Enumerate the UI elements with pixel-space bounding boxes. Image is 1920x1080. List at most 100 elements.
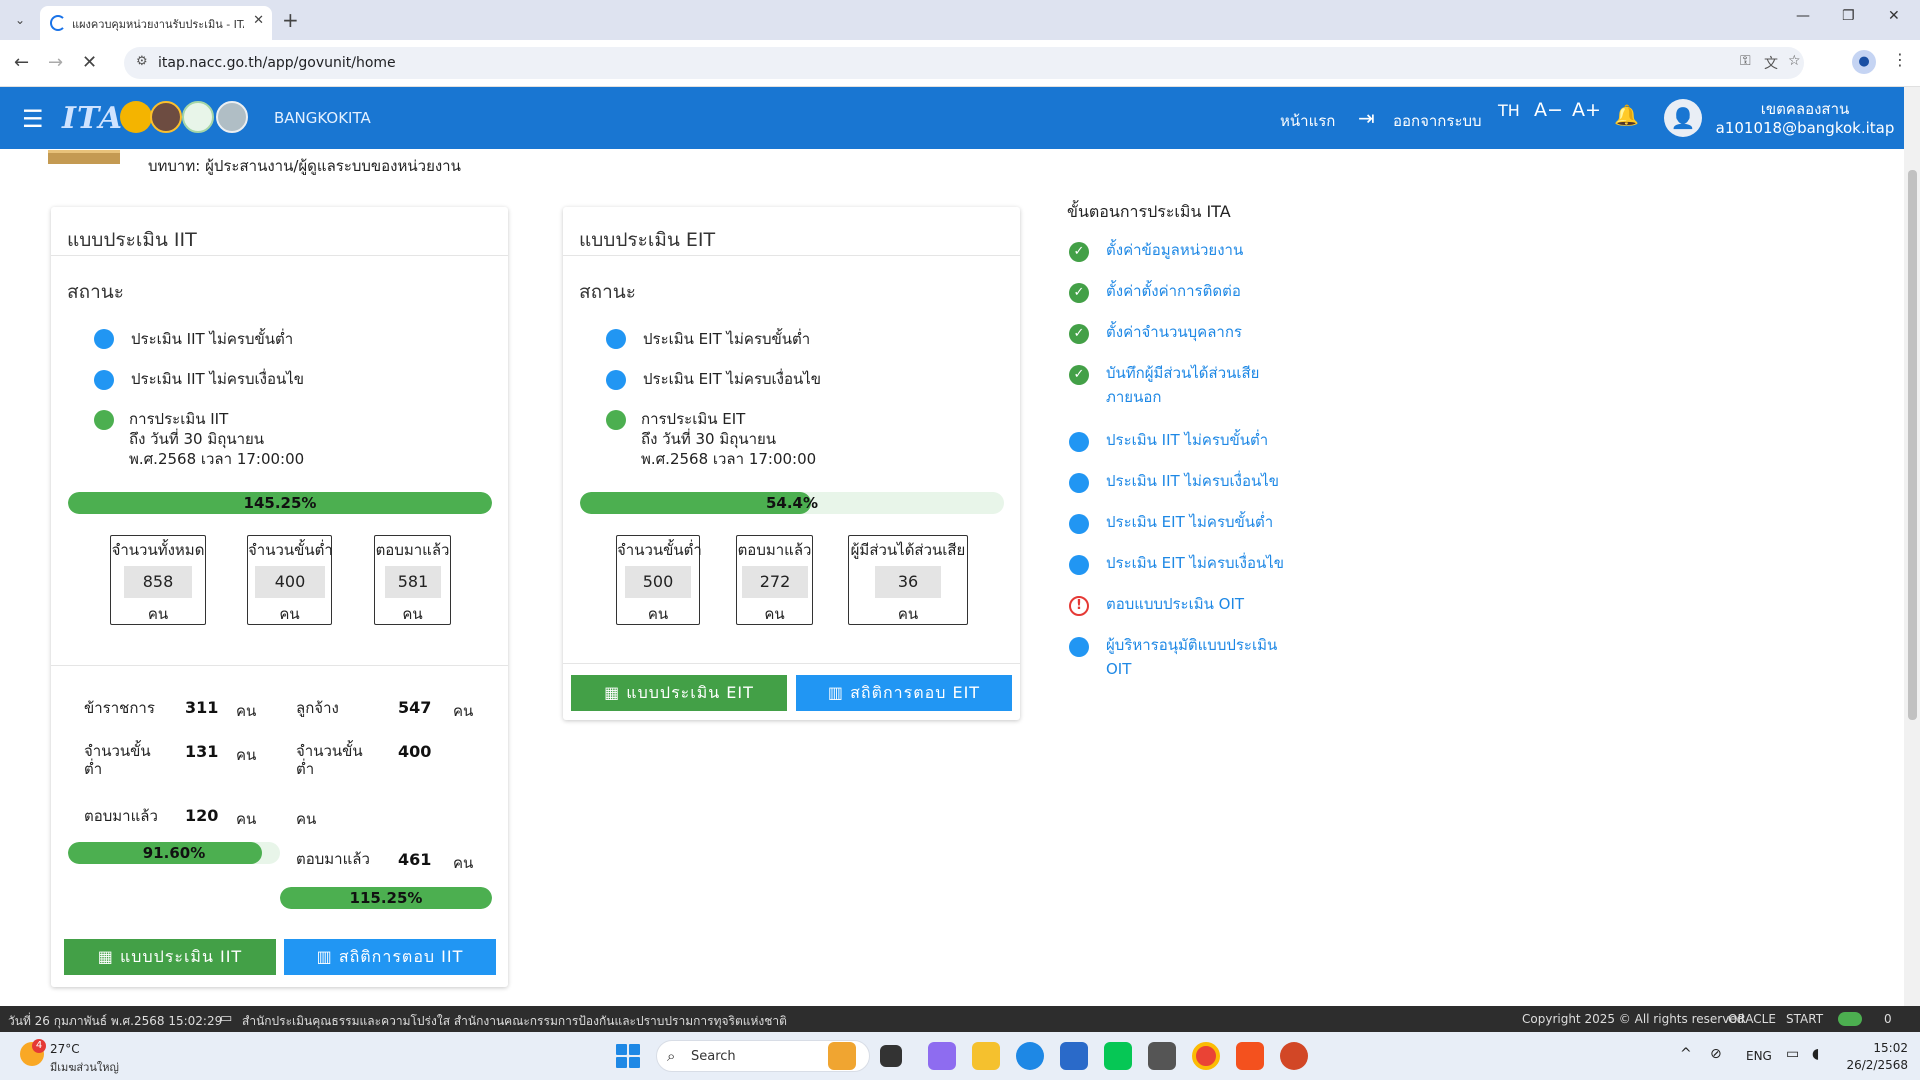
weather-temp[interactable]: 27°C — [50, 1042, 80, 1056]
notification-bell-icon[interactable]: 🔔 — [1614, 103, 1639, 127]
new-tab-button[interactable]: + — [282, 8, 299, 32]
bar-chart-icon: ▥ — [316, 947, 339, 966]
tab-close-icon[interactable]: ✕ — [253, 13, 264, 28]
browser-tab-bar: ⌄ แผงควบคุมหน่วยงานรับประเมิน - ITA ✕ + … — [0, 0, 1920, 40]
translate-icon[interactable]: 文 — [1764, 53, 1778, 73]
stat-label: ผู้มีส่วนได้ส่วนเสีย — [850, 541, 966, 559]
step-link[interactable]: ประเมิน EIT ไม่ครบเงื่อนไข — [1106, 551, 1284, 575]
eit-stats-button[interactable]: ▥ สถิติการตอบ EIT — [796, 675, 1012, 711]
eit-status-heading: สถานะ — [579, 281, 636, 303]
step-label: ตั้งค่าข้อมูลหน่วยงาน — [1106, 241, 1244, 259]
font-increase-button[interactable]: A+ — [1572, 99, 1601, 121]
seal-logo-1 — [120, 101, 152, 133]
eit-form-button-label: แบบประเมิน EIT — [626, 683, 754, 702]
step-label: บันทึกผู้มีส่วนได้ส่วนเสีย — [1106, 364, 1260, 382]
unit-logo-image — [48, 150, 120, 164]
language-toggle[interactable]: TH — [1498, 101, 1520, 120]
store-app-icon[interactable] — [1060, 1042, 1088, 1070]
stat-value: 858 — [124, 566, 192, 598]
status-dot-icon — [606, 329, 626, 349]
iit-form-button[interactable]: ▦ แบบประเมิน IIT — [64, 939, 276, 975]
step-link[interactable]: บันทึกผู้มีส่วนได้ส่วนเสีย ภายนอก — [1106, 361, 1259, 409]
alert-circle-icon: ! — [1069, 596, 1089, 616]
clock-date[interactable]: 26/2/2568 — [1838, 1058, 1908, 1072]
bookmark-star-icon[interactable]: ☆ — [1788, 53, 1801, 69]
drawing-app-icon[interactable] — [1236, 1042, 1264, 1070]
gov-min-label: จำนวนขั้นต่ำ — [84, 742, 151, 778]
network-off-icon[interactable]: ⊘ — [1710, 1046, 1722, 1062]
step-link[interactable]: ประเมิน IIT ไม่ครบเงื่อนไข — [1106, 469, 1279, 493]
gov-count: 311 — [185, 698, 219, 717]
iit-status-heading: สถานะ — [67, 281, 124, 303]
nav-home-link[interactable]: หน้าแรก — [1280, 109, 1335, 133]
step-link[interactable]: ผู้บริหารอนุมัติแบบประเมิน OIT — [1106, 633, 1277, 681]
user-avatar[interactable]: 👤 — [1664, 99, 1702, 137]
pending-dot-icon — [1069, 555, 1089, 575]
monitor-icon: ▭ — [220, 1011, 233, 1026]
password-key-icon[interactable]: ⚿ — [1740, 53, 1751, 69]
eit-progress-bar: 54.4% — [580, 492, 1004, 514]
check-circle-icon: ✓ — [1069, 242, 1089, 262]
user-email[interactable]: a101018@bangkok.itap — [1710, 119, 1900, 137]
chrome-browser-icon[interactable] — [1192, 1042, 1220, 1070]
file-explorer-icon[interactable] — [972, 1042, 1000, 1070]
line-app-icon[interactable] — [1104, 1042, 1132, 1070]
display-icon[interactable]: ▭ — [1786, 1046, 1799, 1062]
nav-logout-link[interactable]: ออกจากระบบ — [1393, 109, 1482, 133]
page-scrollbar-thumb[interactable] — [1908, 170, 1917, 720]
taskview-app-icon[interactable] — [880, 1045, 902, 1067]
stop-loading-icon[interactable]: ✕ — [82, 52, 97, 73]
briefcase-app-icon[interactable] — [828, 1042, 856, 1070]
step-label: ตอบแบบประเมิน OIT — [1106, 595, 1245, 613]
divider — [563, 663, 1020, 664]
back-arrow-icon[interactable]: ← — [14, 52, 29, 73]
input-language[interactable]: ENG — [1746, 1049, 1772, 1063]
emp-progress-bar: 115.25% — [280, 887, 492, 909]
iit-deadline-time: พ.ศ.2568 เวลา 17:00:00 — [129, 450, 305, 468]
volume-icon[interactable]: ◖ — [1812, 1046, 1819, 1062]
eit-status-min: ประเมิน EIT ไม่ครบขั้นต่ำ — [643, 330, 811, 348]
eit-min-box: จำนวนขั้นต่ำ 500 คน — [616, 535, 702, 625]
forward-arrow-icon[interactable]: → — [48, 52, 63, 73]
step-label: ตั้งค่าตั้งค่าการติดต่อ — [1106, 282, 1241, 300]
brand-text: BANGKOKITA — [274, 109, 371, 127]
close-window-button[interactable]: ✕ — [1888, 8, 1900, 24]
copilot-app-icon[interactable] — [928, 1042, 956, 1070]
url-text[interactable]: itap.nacc.go.th/app/govunit/home — [158, 55, 396, 71]
user-name[interactable]: เขตคลองสาน — [1710, 97, 1900, 121]
browser-menu-icon[interactable]: ⋮ — [1892, 50, 1908, 69]
eit-form-button[interactable]: ▦ แบบประเมิน EIT — [571, 675, 787, 711]
font-decrease-button[interactable]: A− — [1534, 99, 1563, 121]
logout-icon[interactable]: ⇥ — [1358, 106, 1375, 130]
tab-list-chevron-icon[interactable]: ⌄ — [8, 8, 32, 32]
hamburger-menu-icon[interactable]: ☰ — [22, 105, 44, 133]
address-bar[interactable]: ⚙ itap.nacc.go.th/app/govunit/home ⚿ 文 ☆ — [124, 47, 1804, 79]
step-link[interactable]: ตั้งค่าข้อมูลหน่วยงาน — [1106, 238, 1243, 262]
tray-chevron-icon[interactable]: ^ — [1680, 1046, 1692, 1062]
step-link[interactable]: ตอบแบบประเมิน OIT — [1106, 592, 1244, 616]
iit-form-button-label: แบบประเมิน IIT — [119, 947, 243, 966]
stat-unit: คน — [279, 605, 300, 623]
eit-card: แบบประเมิน EIT สถานะ ประเมิน EIT ไม่ครบข… — [563, 207, 1020, 720]
profile-avatar-icon[interactable]: ● — [1852, 50, 1876, 74]
step-link[interactable]: ตั้งค่าจำนวนบุคลากร — [1106, 320, 1242, 344]
powerpoint-app-icon[interactable] — [1280, 1042, 1308, 1070]
gov-progress-bar: 91.60% — [68, 842, 280, 864]
iit-stats-button[interactable]: ▥ สถิติการตอบ IIT — [284, 939, 496, 975]
step-link[interactable]: ประเมิน EIT ไม่ครบขั้นต่ำ — [1106, 510, 1273, 534]
site-info-icon[interactable]: ⚙ — [136, 54, 148, 69]
minimize-button[interactable]: — — [1796, 8, 1810, 24]
stat-value: 36 — [875, 566, 941, 598]
pending-dot-icon — [1069, 637, 1089, 657]
weather-desc[interactable]: มีเมฆส่วนใหญ่ — [50, 1058, 119, 1076]
clock-time[interactable]: 15:02 — [1848, 1041, 1908, 1055]
windows-start-icon[interactable] — [616, 1044, 640, 1068]
step-link[interactable]: ตั้งค่าตั้งค่าการติดต่อ — [1106, 279, 1241, 303]
browser-tab[interactable]: แผงควบคุมหน่วยงานรับประเมิน - ITA ✕ — [40, 6, 272, 40]
settings-app-icon[interactable] — [1148, 1042, 1176, 1070]
iit-progress-label: 145.25% — [243, 494, 317, 512]
step-link[interactable]: ประเมิน IIT ไม่ครบขั้นต่ำ — [1106, 428, 1268, 452]
page-status-bar: วันที่ 26 กุมภาพันธ์ พ.ศ.2568 15:02:29 ▭… — [0, 1006, 1920, 1032]
edge-browser-icon[interactable] — [1016, 1042, 1044, 1070]
restore-button[interactable]: ❐ — [1842, 8, 1855, 24]
